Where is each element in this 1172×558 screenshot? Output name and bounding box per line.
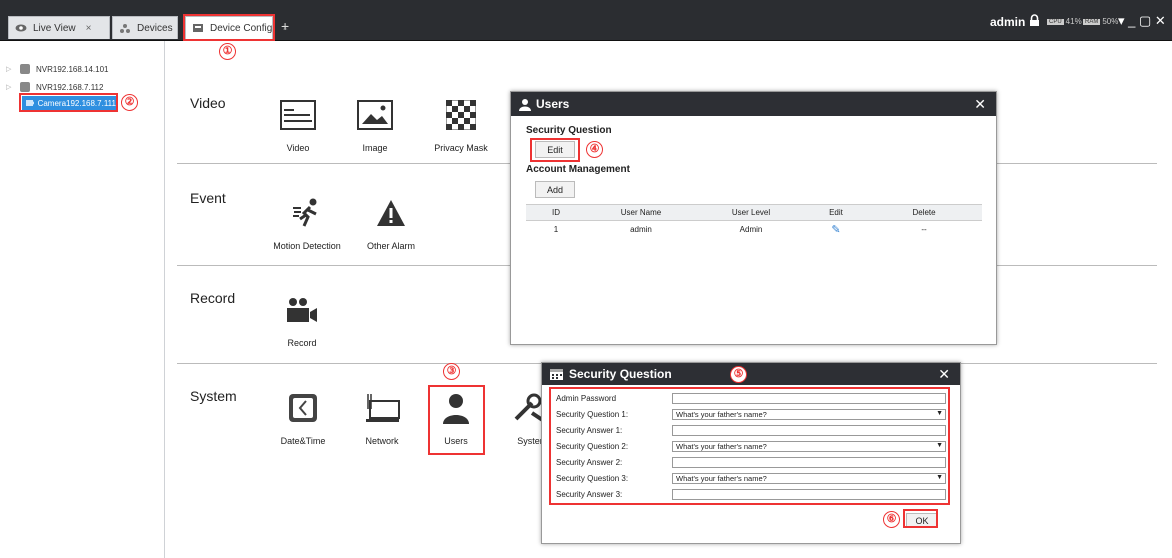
tile-network[interactable]: Network: [362, 390, 402, 446]
users-table: ID User Name User Level Edit Delete 1 ad…: [526, 204, 982, 239]
video-icon: [278, 97, 318, 133]
tile-video[interactable]: Video: [278, 97, 318, 153]
tile-record[interactable]: Record: [282, 292, 322, 348]
network-icon: [362, 390, 402, 426]
table-header-row: ID User Name User Level Edit Delete: [526, 204, 982, 221]
security-question-header: Security Question ✕: [542, 363, 960, 385]
column-header: User Level: [696, 204, 806, 221]
users-dialog-title: Users: [536, 97, 570, 111]
tab-live-view[interactable]: Live View ×: [8, 16, 110, 39]
cell-id: 1: [553, 225, 559, 235]
callout-5: ⑤: [730, 366, 747, 383]
window-controls[interactable]: ▾ _ ▢ ✕: [1118, 13, 1166, 29]
highlight-users: [428, 385, 485, 455]
section-title-video: Video: [190, 95, 226, 111]
username[interactable]: admin: [990, 15, 1025, 29]
user-icon: [519, 98, 531, 111]
callout-1: ①: [219, 43, 236, 60]
account-management-label: Account Management: [526, 164, 630, 175]
callout-6: ⑥: [883, 511, 900, 528]
column-header: User Name: [586, 204, 696, 221]
highlight-ok: [903, 509, 938, 528]
tile-privacy-mask[interactable]: Privacy Mask: [431, 97, 491, 153]
clock-icon: [283, 390, 323, 426]
close-icon[interactable]: ✕: [938, 366, 950, 383]
tile-date-time[interactable]: Date&Time: [278, 390, 328, 446]
tile-image[interactable]: Image: [355, 97, 395, 153]
edit-pencil-icon[interactable]: ✎: [806, 221, 866, 239]
column-header: ID: [526, 204, 586, 221]
cpu-usage: CPU 41%: [1047, 17, 1082, 26]
close-tab-icon[interactable]: ×: [86, 23, 92, 34]
new-tab-button[interactable]: +: [281, 18, 289, 34]
image-icon: [355, 97, 395, 133]
calendar-icon: [550, 369, 563, 380]
eye-icon: [15, 23, 27, 33]
column-header: Delete: [866, 204, 982, 221]
expand-arrow-icon[interactable]: ▷: [6, 83, 16, 91]
cell-username: admin: [630, 225, 652, 235]
device-tree: ▷ NVR192.168.14.101 ▷ NVR192.168.7.112 C…: [0, 41, 165, 558]
tab-devices[interactable]: Devices ×: [112, 16, 188, 39]
close-icon[interactable]: ✕: [974, 96, 986, 113]
highlight-fields: [549, 387, 950, 505]
highlight-camera: [19, 93, 118, 112]
security-question-label: Security Question: [526, 125, 612, 136]
tab-label: Live View: [33, 22, 76, 34]
section-title-record: Record: [190, 290, 236, 306]
table-row[interactable]: 1 admin Admin ✎ --: [526, 221, 982, 239]
running-person-icon: [287, 195, 327, 231]
nvr-icon: [20, 82, 30, 92]
callout-4: ④: [586, 141, 603, 158]
tile-motion-detection[interactable]: Motion Detection: [272, 195, 342, 251]
privacy-mask-icon: [441, 97, 481, 133]
tree-item-nvr-1[interactable]: ▷ NVR192.168.14.101: [6, 62, 109, 76]
nvr-icon: [20, 64, 30, 74]
tile-other-alarm[interactable]: Other Alarm: [366, 195, 416, 251]
ram-icon: RAM: [1083, 18, 1101, 25]
highlight-tab: [183, 14, 275, 41]
cell-level: Admin: [739, 225, 763, 235]
title-bar: Live View × Devices × Device Config × + …: [0, 0, 1172, 40]
lock-icon[interactable]: [1029, 14, 1040, 30]
column-header: Edit: [806, 204, 866, 221]
section-title-system: System: [190, 388, 237, 404]
highlight-edit: [530, 138, 580, 162]
cell-delete: --: [921, 225, 927, 235]
users-dialog: Users ✕ Security Question Edit Account M…: [510, 91, 997, 345]
expand-arrow-icon[interactable]: ▷: [6, 65, 16, 73]
callout-3: ③: [443, 363, 460, 380]
warning-icon: [371, 195, 411, 231]
callout-2: ②: [121, 94, 138, 111]
add-user-button[interactable]: Add: [535, 181, 575, 198]
ram-usage: RAM 50%: [1083, 17, 1119, 26]
tree-item-nvr-2[interactable]: ▷ NVR192.168.7.112: [6, 80, 103, 94]
users-dialog-header: Users ✕: [511, 92, 996, 116]
cpu-icon: CPU: [1047, 18, 1064, 25]
tab-label: Devices: [137, 22, 173, 34]
security-question-title: Security Question: [569, 367, 672, 381]
devices-icon: [119, 23, 131, 33]
section-title-event: Event: [190, 190, 226, 206]
video-camera-icon: [282, 292, 322, 328]
